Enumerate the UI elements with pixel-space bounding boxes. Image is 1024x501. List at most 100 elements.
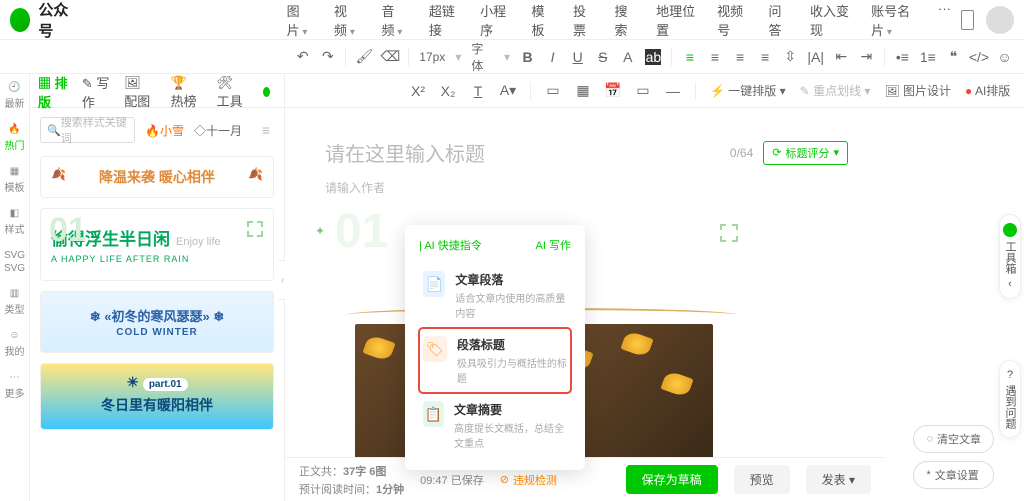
outdent-icon[interactable]: ⇥ [859, 49, 874, 65]
align-left-icon[interactable]: ≡ [682, 49, 697, 65]
tab-配图[interactable]: 🖼 配图 [124, 75, 156, 110]
top-menu-11[interactable]: 收入变现 [800, 0, 859, 45]
top-menu-6[interactable]: 投票 [563, 0, 603, 45]
italic-icon[interactable]: I [545, 49, 560, 65]
rail-SVG[interactable]: SVGSVG [4, 250, 25, 274]
top-menu-9[interactable]: 视频号 [707, 0, 756, 45]
style-card-2[interactable]: 01 偷得浮生半日闲Enjoy life A HAPPY LIFE AFTER … [40, 208, 274, 281]
redo-icon[interactable]: ↷ [320, 49, 335, 65]
top-menu-7[interactable]: 搜索 [605, 0, 645, 45]
table-icon[interactable]: ▦ [575, 83, 591, 99]
letter-spacing-icon[interactable]: |A| [808, 49, 824, 65]
font-family-select[interactable]: 字体 [471, 40, 494, 74]
quick-layout-button[interactable]: ⚡ 一键排版 ▾ [710, 82, 786, 99]
ai-option-段落标题[interactable]: 🏷段落标题极具吸引力与概括性的标题 [419, 328, 571, 393]
image-design-button[interactable]: 🖼 图片设计 [884, 82, 951, 99]
tab-写作[interactable]: ✎ 写作 [82, 74, 110, 111]
card-icon[interactable]: ▭ [635, 83, 651, 99]
video-icon[interactable]: ▭ [545, 83, 561, 99]
save-draft-button[interactable]: 保存为草稿 [626, 465, 718, 494]
strike-icon[interactable]: S [595, 49, 610, 65]
undo-icon[interactable]: ↶ [295, 49, 310, 65]
top-menu-8[interactable]: 地理位置 [646, 0, 705, 45]
faq-float[interactable]: ? 遇到问题 [999, 360, 1021, 438]
code-icon[interactable]: </> [971, 49, 987, 65]
top-menu-1[interactable]: 视频 [324, 0, 369, 45]
rail-热门[interactable]: 🔥热门 [5, 124, 25, 152]
toolbox-float[interactable]: 工具箱 ‹ [999, 214, 1021, 299]
article-settings-button[interactable]: * 文章设置 [913, 461, 994, 489]
left-rail: 🕘最新 🔥热门 ▦模板 ◧样式 SVGSVG ▥类型 ☺我的 ⋯更多 [0, 74, 30, 501]
clear-format-icon[interactable]: T [470, 83, 486, 99]
rail-我的[interactable]: ☺我的 [5, 330, 25, 358]
title-row: 请在这里输入标题 0/64 ⟳ 标题评分 ▾ [285, 108, 888, 173]
filter-icon[interactable]: ≡ [258, 122, 274, 138]
top-menu-12[interactable]: 账号名片 [861, 0, 926, 45]
date-icon[interactable]: 📅 [605, 83, 621, 99]
align-center-icon[interactable]: ≡ [707, 49, 722, 65]
top-menu-2[interactable]: 音频 [371, 0, 416, 45]
superscript-icon[interactable]: X² [410, 83, 426, 99]
phone-icon[interactable] [961, 10, 974, 30]
ai-option-文章段落[interactable]: 📄文章段落适合文章内使用的高质量内容 [419, 263, 571, 328]
avatar[interactable] [986, 6, 1014, 34]
list-number-icon[interactable]: 1≡ [920, 49, 936, 65]
style-card-1[interactable]: 🍂 降温来袭 暖心相伴 🍂 [40, 156, 274, 198]
bold-icon[interactable]: B [520, 49, 535, 65]
tab-工具[interactable]: 🛠 工具 [217, 75, 249, 110]
rail-更多[interactable]: ⋯更多 [5, 372, 25, 400]
publish-button[interactable]: 发表 ▾ [806, 465, 871, 494]
bg-color-icon[interactable]: ab [645, 49, 661, 65]
top-menu-10[interactable]: 问答 [758, 0, 798, 45]
preview-button[interactable]: 预览 [734, 465, 790, 494]
tab-热榜[interactable]: 🏆 热榜 [171, 75, 203, 110]
toolbox-icon [1003, 223, 1017, 237]
left-panel: ▦ 排版✎ 写作🖼 配图🏆 热榜🛠 工具 🔍 搜索样式关键词 🔥小雪 ◇十一月 … [30, 74, 285, 501]
top-menu-13[interactable]: ··· [928, 0, 961, 45]
quote-icon[interactable]: ❝ [946, 49, 961, 65]
dashed-square-icon [247, 221, 263, 237]
emoji-icon[interactable]: ☺ [997, 49, 1012, 65]
subscript-icon[interactable]: X₂ [440, 83, 456, 99]
clear-article-button[interactable]: ◌ 清空文章 [913, 425, 994, 453]
top-menu-4[interactable]: 小程序 [470, 0, 519, 45]
font-color-icon[interactable]: A [620, 49, 635, 65]
rail-样式[interactable]: ◧样式 [5, 208, 25, 236]
indent-icon[interactable]: ⇤ [834, 49, 849, 65]
style-cards: 🍂 降温来袭 暖心相伴 🍂 01 偷得浮生半日闲Enjoy life A HAP… [30, 150, 284, 436]
top-menu-5[interactable]: 模板 [521, 0, 561, 45]
rail-类型[interactable]: ▥类型 [5, 288, 25, 316]
hr-icon[interactable]: — [665, 83, 681, 99]
focus-line-button[interactable]: ✎ 重点划线 ▾ [800, 82, 871, 99]
eraser-icon[interactable]: ⌫ [382, 49, 398, 65]
highlight-icon[interactable]: A▾ [500, 83, 516, 99]
ai-option-文章摘要[interactable]: 📋文章摘要高度提长文概括，总结全文重点 [419, 393, 571, 458]
logo-icon [10, 8, 30, 32]
ai-write-link[interactable]: AI 写作 [536, 237, 571, 253]
author-input[interactable]: 请输入作者 [285, 179, 888, 196]
underline-icon[interactable]: U [570, 49, 585, 65]
align-justify-icon[interactable]: ≡ [758, 49, 773, 65]
tag-november[interactable]: ◇十一月 [194, 122, 242, 139]
content-area[interactable]: ✦ 01 y life [315, 214, 858, 404]
tab-排版[interactable]: ▦ 排版 [38, 74, 68, 111]
top-menu-0[interactable]: 图片 [277, 0, 322, 45]
align-right-icon[interactable]: ≡ [732, 49, 747, 65]
brush-icon[interactable]: 🖌 [356, 49, 372, 65]
violation-check-button[interactable]: ⊘ 违规检测 [500, 472, 557, 488]
list-bullet-icon[interactable]: •≡ [895, 49, 910, 65]
rail-模板[interactable]: ▦模板 [5, 166, 25, 194]
font-size-select[interactable]: 17px [419, 50, 445, 64]
chevron-left-icon: ‹ [1008, 278, 1012, 290]
title-score-button[interactable]: ⟳ 标题评分 ▾ [763, 141, 848, 165]
ai-trigger-icon[interactable]: ✦ [315, 224, 325, 238]
line-height-icon[interactable]: ⇳ [783, 49, 798, 65]
title-input[interactable]: 请在这里输入标题 [325, 138, 730, 167]
top-menu-3[interactable]: 超链接 [419, 0, 468, 45]
style-card-4[interactable]: ☀ part.01 冬日里有暖阳相伴 [40, 363, 274, 430]
style-card-3[interactable]: ❄ «初冬的寒风瑟瑟» ❄ COLD WINTER [40, 291, 274, 353]
rail-最新[interactable]: 🕘最新 [5, 82, 25, 110]
search-input[interactable]: 🔍 搜索样式关键词 [40, 117, 135, 143]
tag-xiaoxue[interactable]: 🔥小雪 [145, 122, 184, 139]
ai-layout-button[interactable]: ● AI排版 [965, 82, 1010, 99]
